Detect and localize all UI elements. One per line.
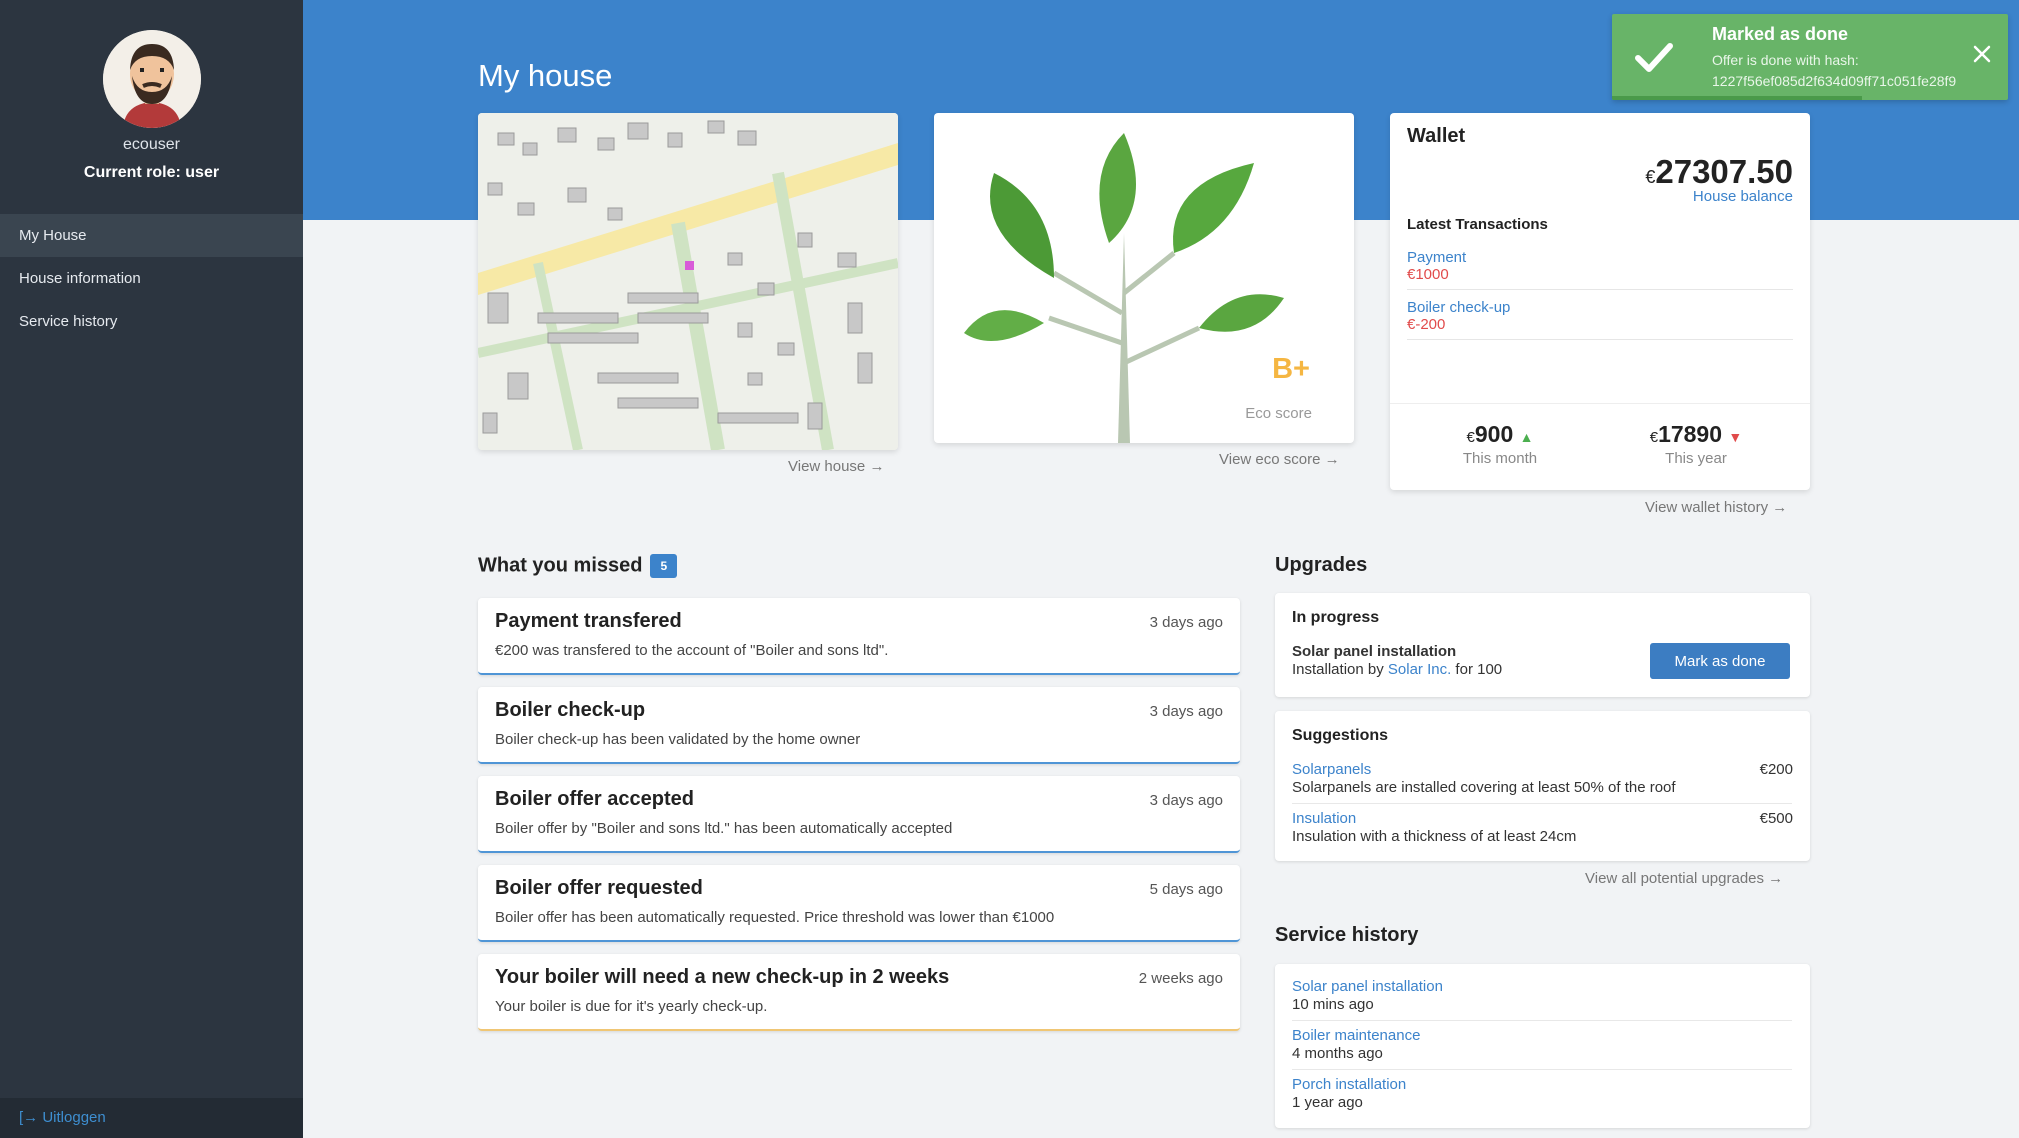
missed-item-time: 3 days ago (1149, 703, 1223, 720)
suggestion-desc: Solarpanels are installed covering at le… (1292, 779, 1676, 796)
month-stat: €900 ▲ This month (1420, 421, 1580, 467)
service-item-time: 4 months ago (1292, 1045, 1383, 1062)
toast-hash: 1227f56ef085d2f634d09ff71c051fe28f9 (1712, 73, 1957, 89)
view-all-upgrades-link[interactable]: View all potential upgrades → (1585, 870, 1783, 887)
missed-item-desc: Boiler check-up has been validated by th… (495, 731, 861, 748)
suggestion-price: €200 (1759, 761, 1793, 778)
view-house-link[interactable]: View house → (788, 458, 884, 475)
divider (1292, 1020, 1792, 1021)
transaction-row[interactable]: Boiler check-up €-200 (1407, 299, 1793, 340)
missed-item-time: 5 days ago (1149, 881, 1223, 898)
user-avatar (103, 30, 201, 128)
transaction-amount: €1000 (1407, 266, 1449, 283)
divider (1390, 403, 1810, 404)
in-progress-installer: Installation by Solar Inc. for 100 (1292, 661, 1503, 678)
view-wallet-history-link[interactable]: View wallet history → (1645, 499, 1787, 516)
divider (1292, 1069, 1792, 1070)
logout-link[interactable]: [→ Uitloggen (0, 1098, 303, 1138)
wallet-title: Wallet (1407, 125, 1466, 147)
missed-item-title: Your boiler will need a new check-up in … (495, 966, 950, 988)
service-history-heading: Service history (1275, 924, 1419, 946)
missed-item-time: 3 days ago (1149, 792, 1223, 809)
eco-score-label: Eco score (1245, 405, 1312, 422)
sidebar-item-service-history[interactable]: Service history (0, 300, 303, 343)
year-label: This year (1665, 450, 1727, 467)
month-label: This month (1462, 450, 1538, 467)
service-item-time: 1 year ago (1292, 1094, 1363, 1111)
house-map[interactable] (478, 113, 898, 450)
missed-item-title: Boiler check-up (495, 699, 646, 721)
missed-item-desc: Boiler offer by "Boiler and sons ltd." h… (495, 820, 953, 837)
in-progress-item: Solar panel installation (1292, 643, 1457, 660)
logout-icon: [→ (19, 1109, 39, 1126)
sidebar-item-house-information[interactable]: House information (0, 257, 303, 300)
upgrades-heading: Upgrades (1275, 554, 1368, 576)
tree-illustration (964, 133, 1284, 443)
transaction-name: Boiler check-up (1407, 299, 1511, 316)
year-stat: €17890 ▼ This year (1616, 421, 1776, 467)
in-progress-heading: In progress (1292, 609, 1380, 626)
service-item-name[interactable]: Boiler maintenance (1292, 1027, 1420, 1044)
missed-item[interactable]: Boiler offer requested 5 days ago Boiler… (478, 865, 1240, 942)
wallet-card: Wallet €27307.50 House balance Latest Tr… (1390, 113, 1810, 490)
divider (1292, 803, 1792, 804)
eco-grade: B+ (1272, 353, 1310, 385)
latest-transactions-heading: Latest Transactions (1407, 216, 1548, 233)
username: ecouser (123, 136, 180, 153)
missed-item-desc: Boiler offer has been automatically requ… (495, 909, 1055, 926)
suggestion-name[interactable]: Insulation (1292, 810, 1356, 827)
house-balance-label: House balance (1692, 188, 1793, 205)
trend-up-icon: ▲ (1519, 429, 1534, 445)
suggestions-card: Suggestions Solarpanels Solarpanels are … (1275, 711, 1810, 861)
sidebar-item-my-house[interactable]: My House (0, 214, 303, 257)
suggestion-name[interactable]: Solarpanels (1292, 761, 1371, 778)
toast-progress (1612, 96, 1862, 100)
logout-label: Uitloggen (42, 1109, 106, 1126)
eco-score-card[interactable]: B+ Eco score (934, 113, 1354, 443)
missed-item-desc: Your boiler is due for it's yearly check… (495, 998, 768, 1015)
missed-item-title: Boiler offer requested (495, 877, 703, 899)
transaction-amount: €-200 (1407, 316, 1446, 333)
transaction-name: Payment (1407, 249, 1467, 266)
checkmark-icon (1635, 43, 1673, 72)
sidebar: ecouser Current role: user My House Hous… (0, 0, 303, 1138)
suggestion-price: €500 (1759, 810, 1793, 827)
suggestions-heading: Suggestions (1292, 727, 1389, 744)
house-balance: €27307.50 (1645, 153, 1793, 190)
transaction-row[interactable]: Payment €1000 (1407, 249, 1793, 290)
missed-item-title: Boiler offer accepted (495, 788, 694, 810)
toast-title: Marked as done (1712, 24, 1849, 44)
toast-message: Offer is done with hash: 1227f56ef085d2f… (1712, 50, 1956, 92)
mark-as-done-button[interactable]: Mark as done (1650, 643, 1790, 679)
missed-item[interactable]: Payment transfered 3 days ago €200 was t… (478, 598, 1240, 675)
what-you-missed-heading: What you missed 5 (478, 554, 678, 578)
close-icon[interactable] (1972, 44, 1992, 64)
missed-count-badge: 5 (650, 554, 678, 578)
map-image (478, 113, 898, 450)
service-item-name[interactable]: Solar panel installation (1292, 978, 1443, 995)
missed-item[interactable]: Boiler check-up 3 days ago Boiler check-… (478, 687, 1240, 764)
missed-item-desc: €200 was transfered to the account of "B… (495, 642, 889, 659)
suggestion-desc: Insulation with a thickness of at least … (1292, 828, 1577, 845)
missed-item-time: 2 weeks ago (1138, 970, 1223, 987)
missed-item-time: 3 days ago (1149, 614, 1223, 631)
service-history-card: Solar panel installation 10 mins ago Boi… (1275, 964, 1810, 1128)
view-eco-score-link[interactable]: View eco score → (1219, 451, 1340, 468)
service-item-name[interactable]: Porch installation (1292, 1076, 1406, 1093)
success-toast: Marked as done Offer is done with hash: … (1612, 14, 2008, 100)
missed-item[interactable]: Boiler offer accepted 3 days ago Boiler … (478, 776, 1240, 853)
sidebar-nav: My House House information Service histo… (0, 214, 303, 343)
missed-item[interactable]: Your boiler will need a new check-up in … (478, 954, 1240, 1031)
service-item-time: 10 mins ago (1292, 996, 1374, 1013)
trend-down-icon: ▼ (1728, 429, 1743, 445)
in-progress-card: In progress Solar panel installation Ins… (1275, 593, 1810, 697)
installer-link[interactable]: Solar Inc. (1388, 661, 1451, 678)
page-title: My house (478, 58, 613, 93)
current-role: Current role: user (83, 164, 220, 181)
missed-item-title: Payment transfered (495, 610, 682, 632)
